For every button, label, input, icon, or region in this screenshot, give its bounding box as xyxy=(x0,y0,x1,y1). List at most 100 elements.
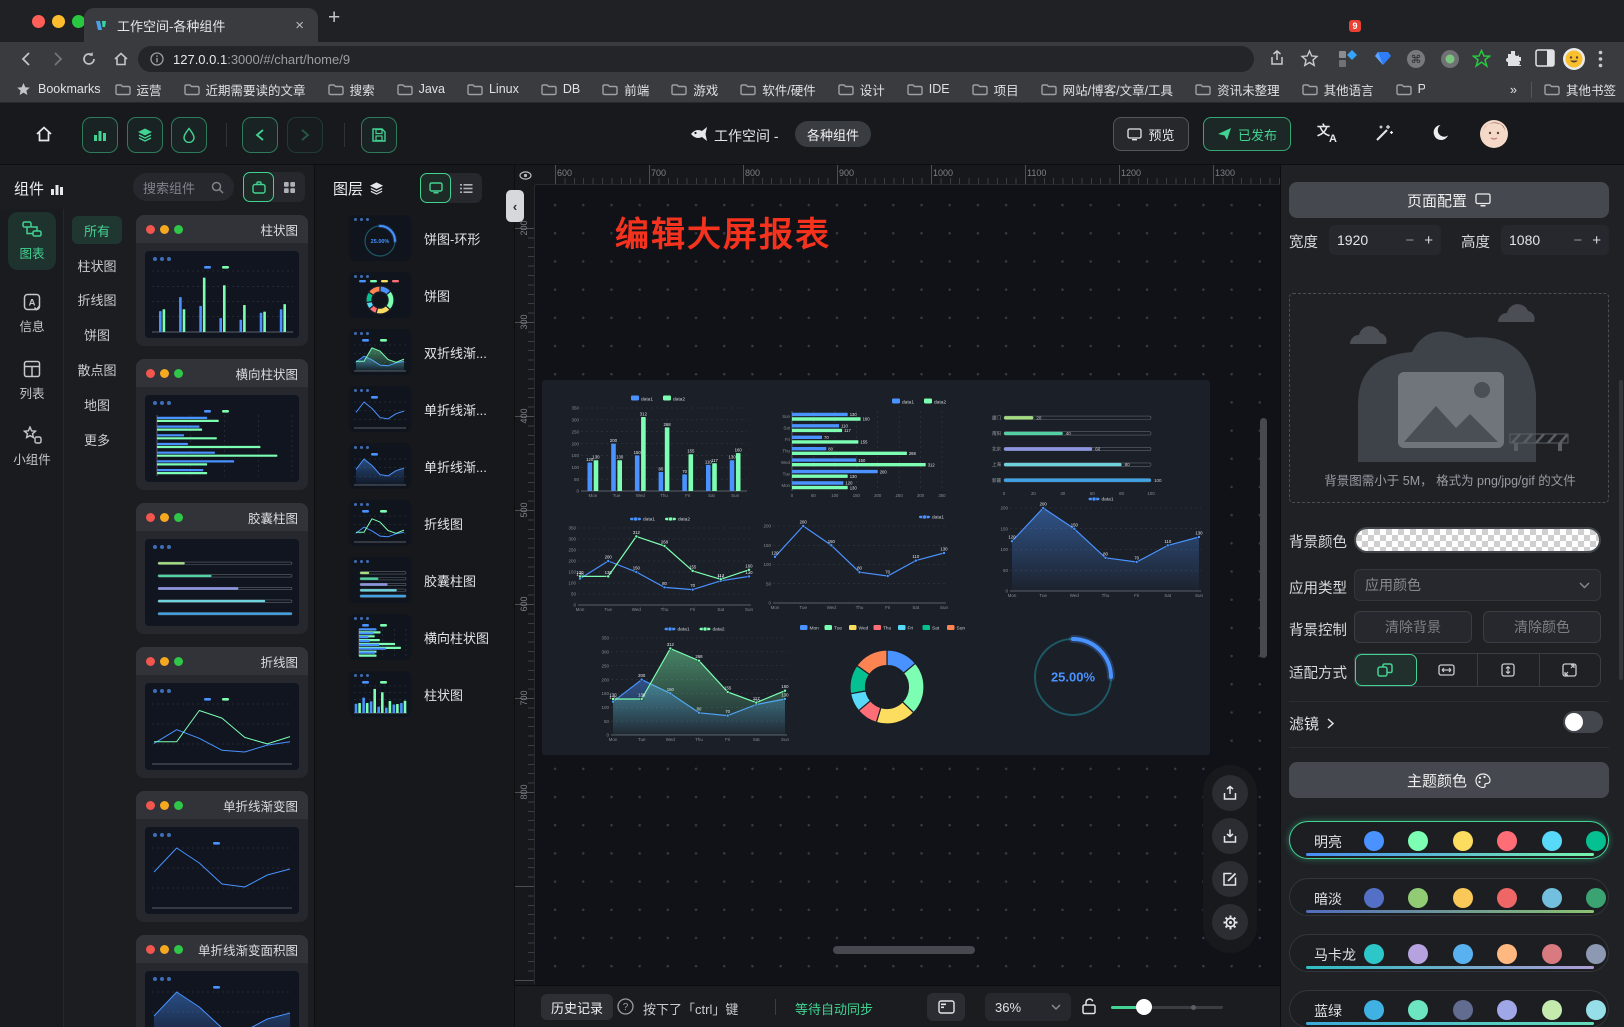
toggle-list-view[interactable] xyxy=(451,173,482,203)
background-upload-area[interactable]: 背景图需小于 5M， 格式为 png/jpg/gif 的文件 xyxy=(1289,293,1609,503)
category-6[interactable]: 更多 xyxy=(64,430,130,449)
extensions-puzzle-icon[interactable] xyxy=(1504,49,1523,68)
bookmark-folder[interactable]: 近期需要读的文章 xyxy=(184,80,306,99)
extension-blocks-icon[interactable] xyxy=(1338,49,1358,69)
filter-toggle[interactable] xyxy=(1563,711,1603,733)
bookmark-folder[interactable]: Java xyxy=(397,82,445,96)
component-card[interactable]: 横向柱状图 xyxy=(136,359,308,490)
bookmarks-star-icon[interactable] xyxy=(16,82,31,97)
canvas-chart-area1[interactable]: 0501001502001202001508070110130MonTueWed… xyxy=(997,494,1207,600)
layer-item[interactable]: 横向柱状图 xyxy=(315,612,515,666)
browser-menu-icon[interactable] xyxy=(1598,50,1603,68)
browser-tab[interactable]: 工作空间-各种组件 × xyxy=(84,8,318,42)
profile-avatar[interactable] xyxy=(1562,47,1586,71)
canvas-chart-line1[interactable]: 0501001502001202001508070110130MonTueWed… xyxy=(760,512,952,612)
category-1[interactable]: 柱状图 xyxy=(64,256,130,275)
theme-row-马卡龙[interactable]: 马卡龙 xyxy=(1289,934,1609,972)
extension-star-icon[interactable] xyxy=(1472,49,1491,68)
fit-scale-option[interactable] xyxy=(1355,654,1417,686)
layer-item[interactable]: 单折线渐... xyxy=(315,441,515,495)
layer-item[interactable]: 饼图 xyxy=(315,270,515,324)
layer-item[interactable]: 柱状图 xyxy=(315,669,515,723)
bookmarks-overflow[interactable]: » xyxy=(1510,83,1517,97)
toggle-thumbnail-view[interactable] xyxy=(420,173,451,203)
zoom-select[interactable]: 36% xyxy=(985,993,1071,1021)
back-icon[interactable] xyxy=(18,50,36,68)
edit-button[interactable] xyxy=(1212,861,1248,897)
import-button[interactable] xyxy=(1212,818,1248,854)
component-card[interactable]: 折线图 xyxy=(136,647,308,778)
zoom-slider[interactable] xyxy=(1111,1006,1223,1009)
bookmark-folder[interactable]: 游戏 xyxy=(671,80,718,99)
share-icon[interactable] xyxy=(1268,49,1286,67)
category-2[interactable]: 折线图 xyxy=(64,290,130,309)
clear-color-button[interactable]: 清除颜色 xyxy=(1483,611,1601,643)
tab-close-icon[interactable]: × xyxy=(291,17,308,34)
rail-item-3[interactable]: 小组件 xyxy=(8,418,56,476)
canvas-chart-hbar[interactable]: 050100150200250300350130160Sun110117Sat7… xyxy=(778,398,954,500)
toggle-components-view[interactable] xyxy=(243,172,274,202)
bookmark-folder[interactable]: Linux xyxy=(467,82,519,96)
canvas-chart-bar[interactable]: 050100150200250300350120130Mon200130Tue1… xyxy=(568,394,750,500)
url-bar[interactable]: 127.0.0.1:3000/#/chart/home/9 xyxy=(138,46,1254,72)
rail-item-2[interactable]: 列表 xyxy=(8,352,56,410)
canvas-chart-ring[interactable]: 25.00% xyxy=(1029,633,1117,721)
search-input[interactable]: 搜索组件 xyxy=(133,173,234,201)
component-card[interactable]: 柱状图 xyxy=(136,215,308,346)
bookmark-folder[interactable]: 软件/硬件 xyxy=(740,80,815,99)
translate-icon[interactable]: 文A xyxy=(1316,122,1340,144)
theme-row-蓝绿[interactable]: 蓝绿 xyxy=(1289,990,1609,1027)
settings-gear-icon[interactable] xyxy=(1212,904,1248,940)
layer-item[interactable]: 折线图 xyxy=(315,498,515,552)
canvas-horizontal-scrollbar[interactable] xyxy=(833,946,975,954)
bookmark-folder[interactable]: 运营 xyxy=(115,80,162,99)
home-button[interactable] xyxy=(34,124,54,144)
category-5[interactable]: 地图 xyxy=(64,395,130,414)
clear-background-button[interactable]: 清除背景 xyxy=(1354,611,1472,643)
layer-item[interactable]: 双折线渐... xyxy=(315,327,515,381)
extension-gem-icon[interactable] xyxy=(1374,49,1392,67)
bookmark-folder[interactable]: 搜索 xyxy=(328,80,375,99)
toggle-grid-view[interactable] xyxy=(274,172,305,202)
traffic-light-minimize[interactable] xyxy=(52,15,65,28)
lock-icon[interactable] xyxy=(1081,997,1097,1015)
page-config-header[interactable]: 页面配置 xyxy=(1289,182,1609,218)
ruler-eye-icon[interactable] xyxy=(515,165,535,185)
traffic-light-close[interactable] xyxy=(32,15,45,28)
layers-mode-button[interactable] xyxy=(127,117,163,153)
layer-item[interactable]: 25.00%饼图-环形 xyxy=(315,213,515,267)
redo-button[interactable] xyxy=(287,117,323,153)
collapse-panel-handle[interactable]: ‹ xyxy=(506,190,524,222)
component-card[interactable]: 单折线渐变图 xyxy=(136,791,308,922)
extension-cmd-icon[interactable]: ⌘ xyxy=(1406,49,1426,69)
theme-row-明亮[interactable]: 明亮 xyxy=(1289,821,1609,859)
fit-stretch-option[interactable] xyxy=(1540,654,1601,686)
bookmark-folder[interactable]: 资讯未整理 xyxy=(1195,80,1280,99)
bookmark-folder[interactable]: 设计 xyxy=(838,80,885,99)
canvas-chart-pie[interactable] xyxy=(848,648,926,726)
rail-item-1[interactable]: A信息 xyxy=(8,285,56,343)
bookmark-folder[interactable]: IDE xyxy=(907,82,950,96)
site-info-icon[interactable] xyxy=(150,52,164,66)
canvas-chart-area2[interactable]: 0501001502002503003501202001508070110130… xyxy=(598,624,793,744)
screen-title-text[interactable]: 编辑大屏报表 xyxy=(615,207,831,256)
dark-mode-moon-icon[interactable] xyxy=(1432,123,1452,143)
extension-dot-icon[interactable] xyxy=(1440,49,1460,69)
bookmark-folder[interactable]: 前端 xyxy=(602,80,649,99)
category-3[interactable]: 饼图 xyxy=(64,325,130,344)
home-icon[interactable] xyxy=(112,50,130,68)
filter-mode-button[interactable] xyxy=(171,117,207,153)
project-name-pill[interactable]: 各种组件 xyxy=(795,121,871,147)
panel-toggle-button[interactable] xyxy=(927,993,965,1021)
export-button[interactable] xyxy=(1212,775,1248,811)
bg-color-swatch[interactable] xyxy=(1354,527,1601,553)
history-button[interactable]: 历史记录 xyxy=(541,994,613,1020)
reload-icon[interactable] xyxy=(80,50,98,68)
app-type-select[interactable]: 应用颜色 xyxy=(1354,569,1601,601)
canvas-vertical-scrollbar[interactable] xyxy=(1260,418,1267,658)
bookmark-star-icon[interactable] xyxy=(1300,49,1319,68)
theme-color-header[interactable]: 主题颜色 xyxy=(1289,762,1609,798)
canvas-chart-capsule[interactable]: 厦门20南阳40北京60上海80新疆100020406080100 xyxy=(988,400,1166,498)
bookmark-folder[interactable]: 项目 xyxy=(972,80,1019,99)
sidebar-toggle-icon[interactable] xyxy=(1535,49,1555,67)
